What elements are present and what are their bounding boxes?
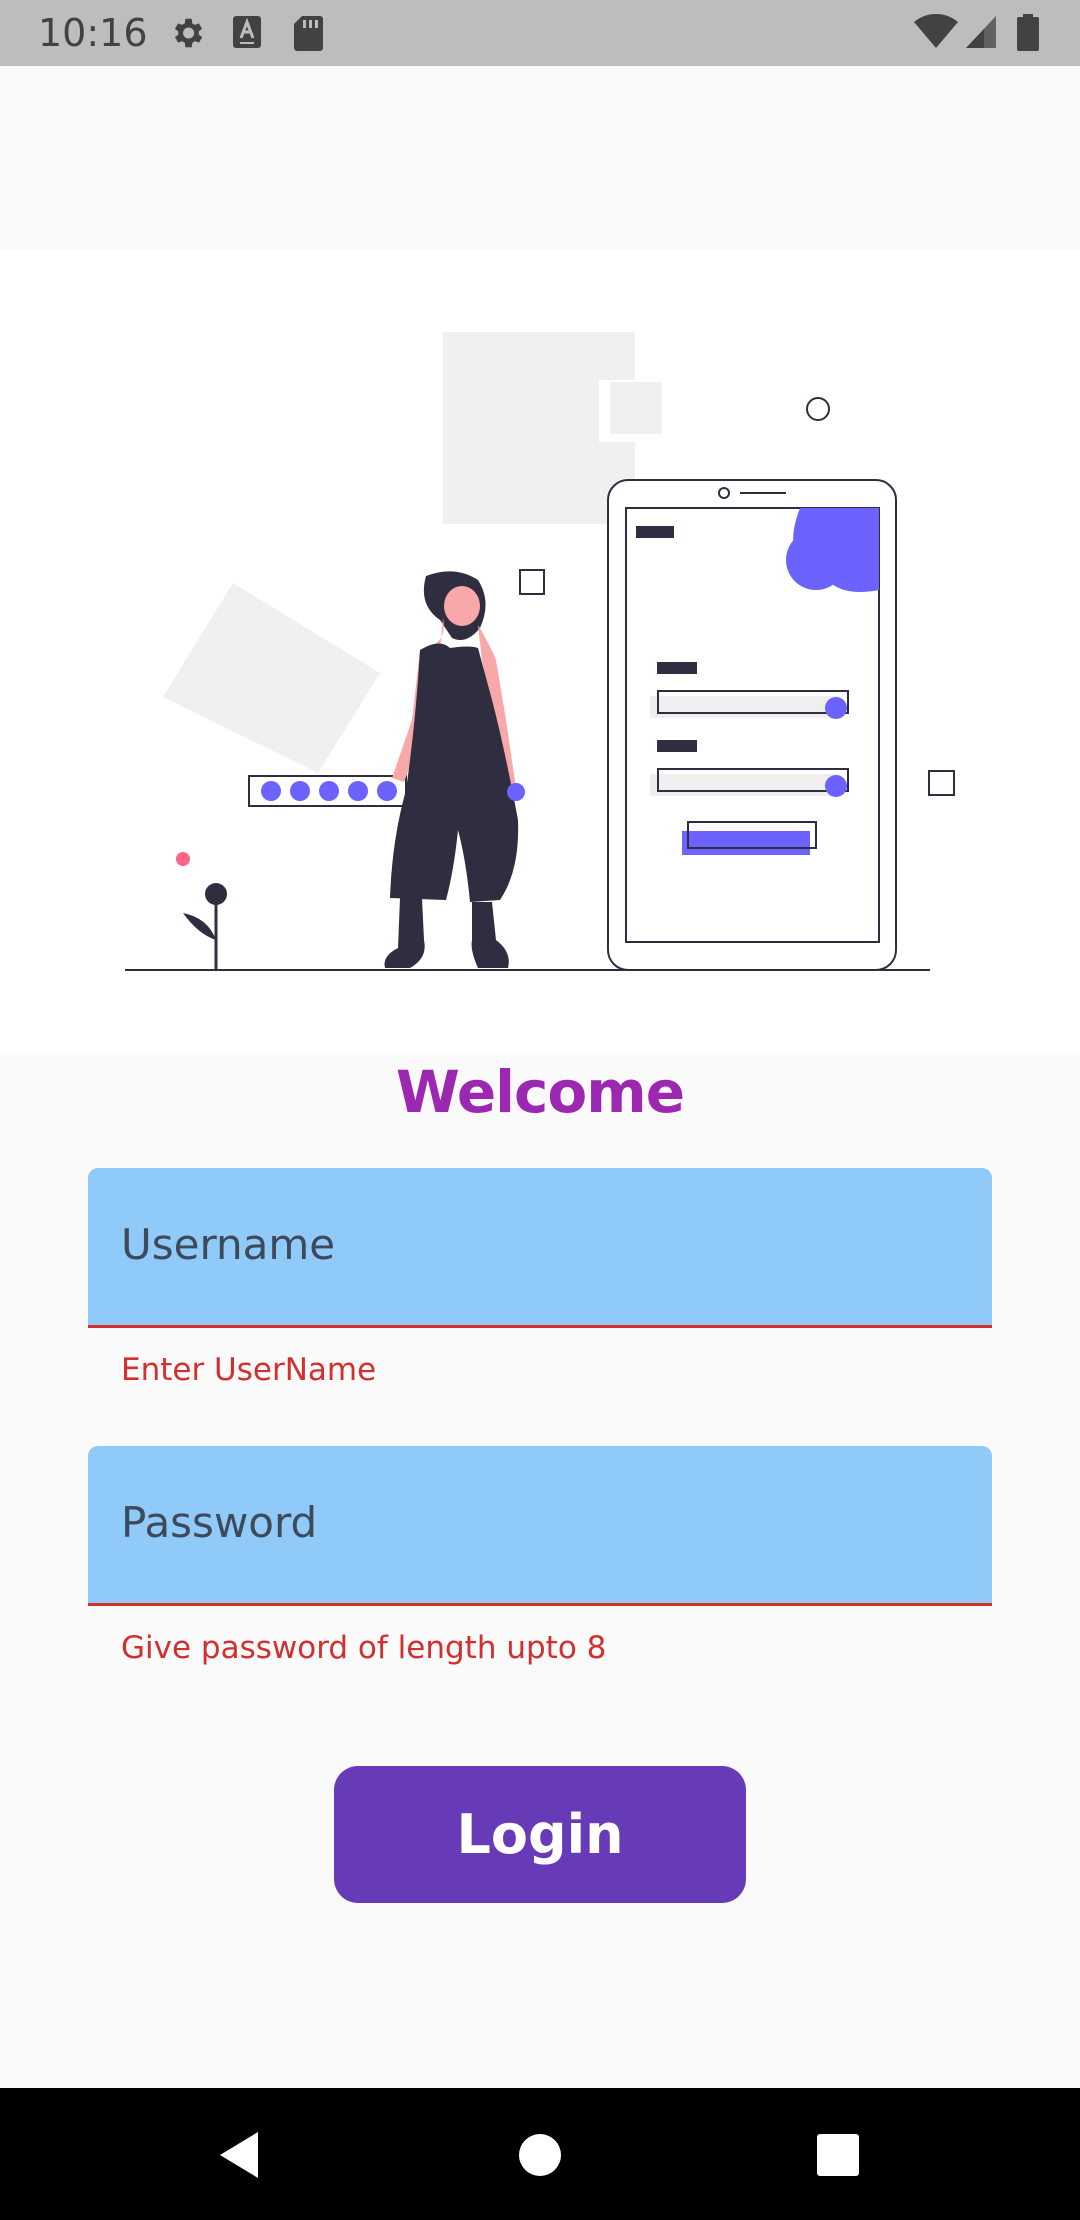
password-field[interactable]: Password [88,1446,992,1606]
username-helper-text: Enter UserName [121,1352,377,1388]
status-time: 10:16 [38,11,148,55]
gear-icon [174,18,203,48]
home-icon[interactable] [505,2120,575,2190]
navigation-bar [0,2088,1080,2220]
password-placeholder: Password [121,1498,318,1547]
signal-icon [966,16,996,48]
phone-mockup [607,479,897,971]
recents-icon[interactable] [803,2120,873,2190]
sd-card-icon [294,16,323,51]
hero-illustration [0,250,1080,1055]
welcome-title: Welcome [395,1058,685,1126]
login-illustration [125,332,955,971]
username-field[interactable]: Username [88,1168,992,1328]
wifi-icon [914,14,958,48]
status-bar: 10:16 [0,0,1080,66]
a-icon [233,16,261,48]
back-icon[interactable] [206,2120,276,2190]
password-helper-text: Give password of length upto 8 [121,1630,607,1666]
username-placeholder: Username [121,1220,336,1269]
battery-icon [1017,14,1039,51]
login-button-label: Login [456,1803,624,1866]
bg-diamond [163,583,380,773]
login-button[interactable]: Login [334,1766,746,1903]
woman-figure [384,571,525,968]
